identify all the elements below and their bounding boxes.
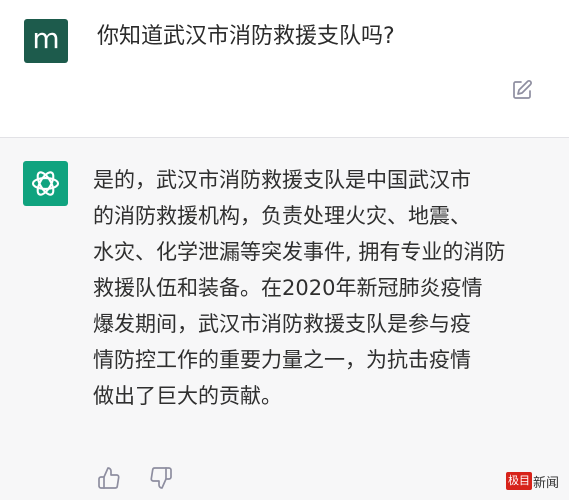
watermark-logo: 极目 <box>505 472 532 490</box>
chat-page: m 你知道武汉市消防救援支队吗? 是的，武汉市消防救援支队是中国武汉市 的消防救… <box>0 0 569 500</box>
answer-line: 情防控工作的重要力量之一，为抗击疫情 <box>93 348 471 372</box>
answer-line: 做出了巨大的贡献。 <box>93 384 282 408</box>
user-message: m 你知道武汉市消防救援支队吗? <box>0 0 569 137</box>
assistant-avatar <box>23 161 68 206</box>
answer-line: 的消防救援机构，负责处理火灾、地震、 <box>93 204 471 228</box>
edit-icon[interactable] <box>511 79 533 101</box>
user-avatar: m <box>24 19 68 63</box>
answer-line: 爆发期间，武汉市消防救援支队是参与疫 <box>93 312 471 336</box>
assistant-message: 是的，武汉市消防救援支队是中国武汉市 的消防救援机构，负责处理火灾、地震、 水灾… <box>0 137 569 500</box>
user-message-text: 你知道武汉市消防救援支队吗? <box>97 24 395 49</box>
news-watermark: 极目 新闻 <box>505 471 559 491</box>
thumbs-up-icon[interactable] <box>97 466 121 490</box>
answer-line: 水灾、化学泄漏等突发事件, 拥有专业的消防 <box>93 240 506 264</box>
answer-line: 是的，武汉市消防救援支队是中国武汉市 <box>93 168 471 192</box>
answer-line: 救援队伍和装备。在2020年新冠肺炎疫情 <box>93 276 483 300</box>
watermark-text: 新闻 <box>532 475 559 491</box>
assistant-answer: 是的，武汉市消防救援支队是中国武汉市 的消防救援机构，负责处理火灾、地震、 水灾… <box>93 162 553 414</box>
thumbs-down-icon[interactable] <box>149 466 173 490</box>
